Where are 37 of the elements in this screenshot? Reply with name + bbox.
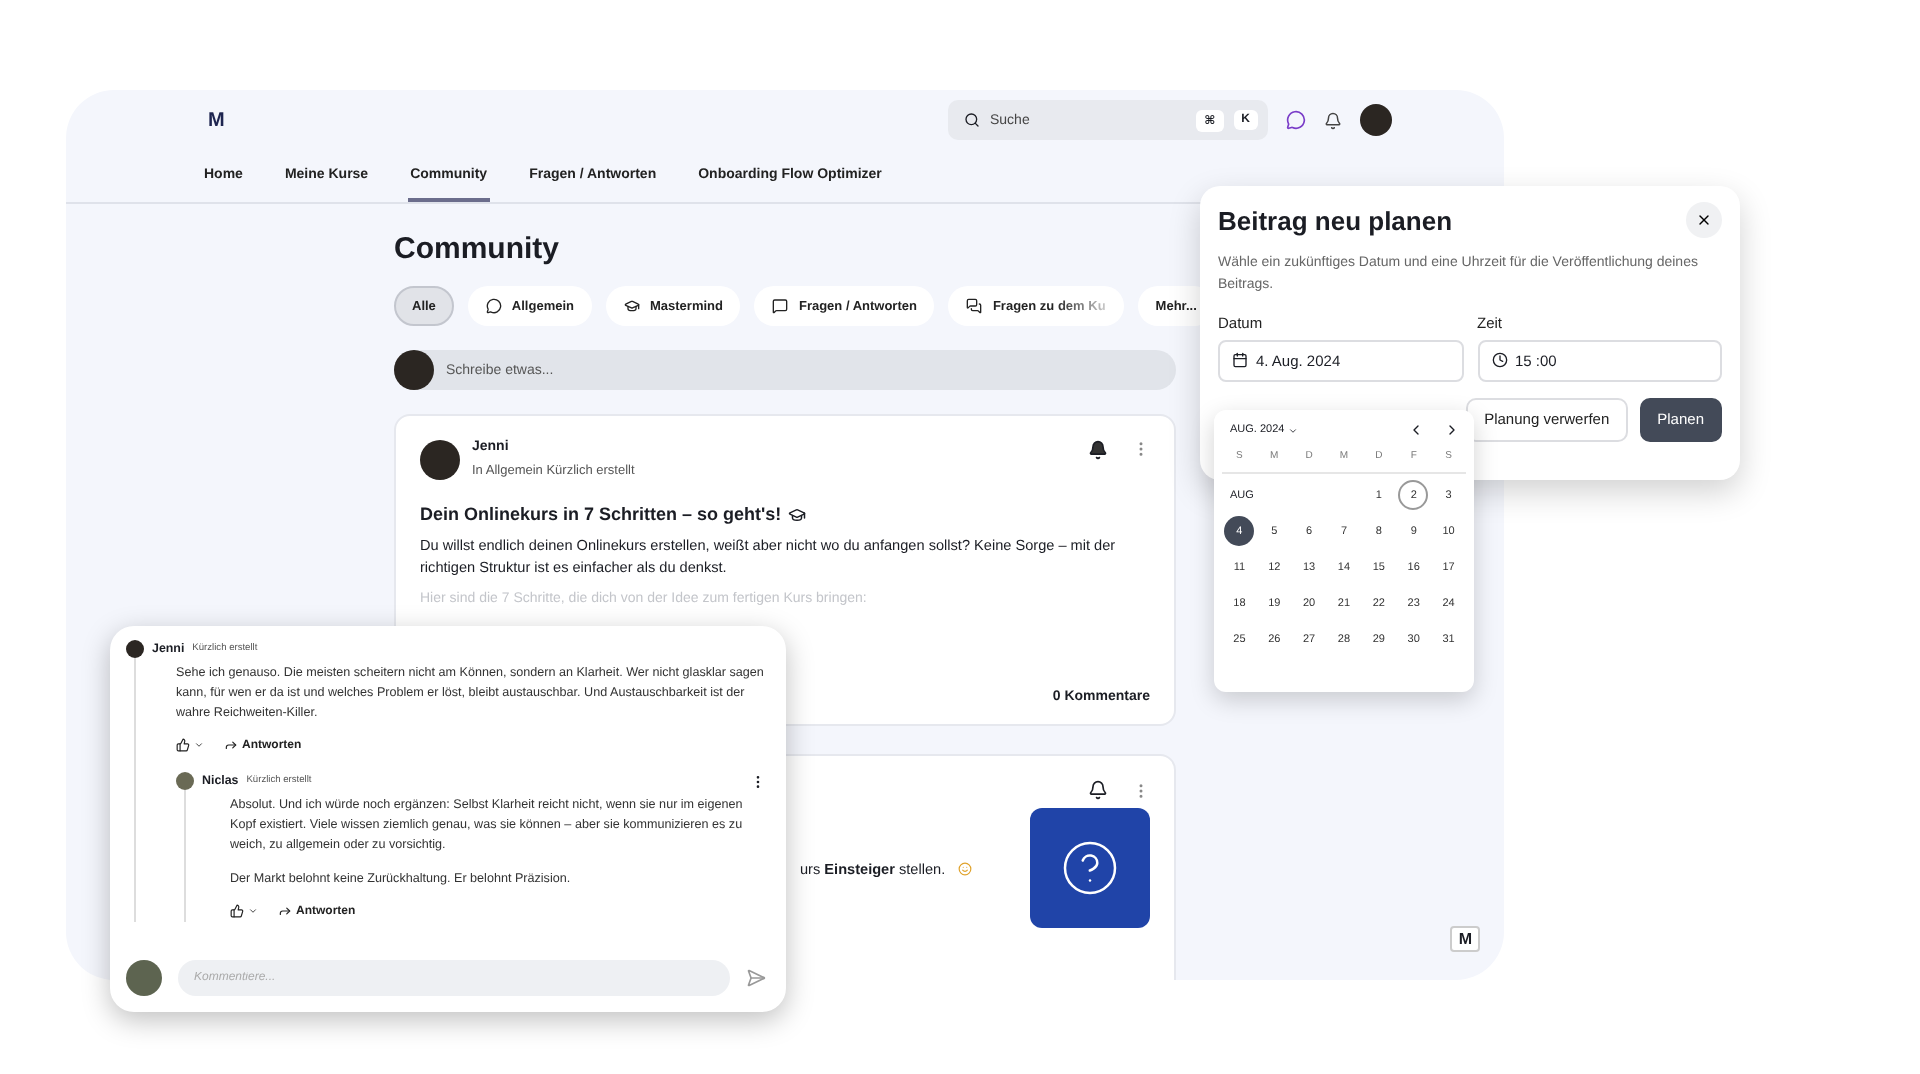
thumbs-up-icon <box>176 738 190 753</box>
page-title: Community <box>394 232 561 266</box>
chevron-down-icon <box>194 740 204 751</box>
logo: M <box>1450 926 1480 952</box>
notification-icon[interactable] <box>1324 111 1342 129</box>
chat-bubble-icon <box>485 298 502 314</box>
bell-icon[interactable] <box>1088 780 1108 800</box>
close-icon <box>1696 212 1712 228</box>
send-icon[interactable] <box>746 968 766 988</box>
reply-arrow-icon <box>278 904 292 919</box>
previous-icon[interactable] <box>1408 422 1424 438</box>
search-icon <box>964 112 980 128</box>
avatar <box>176 772 194 791</box>
like-button[interactable] <box>230 904 258 919</box>
thumbs-up-icon <box>230 904 244 919</box>
graduation-cap-icon <box>623 298 640 314</box>
avatar <box>126 960 162 996</box>
chat-bubbles-icon <box>966 298 983 314</box>
chevron-down-icon <box>248 906 258 917</box>
bell-icon[interactable] <box>1088 440 1108 460</box>
close-button[interactable] <box>1686 202 1722 238</box>
logo[interactable]: M <box>202 105 231 135</box>
reply-arrow-icon <box>224 738 238 753</box>
clock-icon <box>1491 352 1507 369</box>
chat-icon[interactable] <box>1286 110 1306 130</box>
dialog-title: Beitrag neu planen <box>1218 205 1453 235</box>
emoji-icon <box>957 861 972 875</box>
avatar <box>394 350 434 390</box>
user-avatar[interactable] <box>1360 104 1392 136</box>
like-button[interactable] <box>176 738 204 753</box>
calendar-icon <box>1232 352 1248 369</box>
avatar <box>126 640 144 658</box>
graduation-cap-icon <box>787 505 806 523</box>
post-title: Dein Onlinekurs in 7 Schritten – so geht's! <box>420 504 782 524</box>
caret-icon <box>1288 425 1299 435</box>
next-icon[interactable] <box>1444 422 1460 438</box>
avatar <box>420 440 460 480</box>
